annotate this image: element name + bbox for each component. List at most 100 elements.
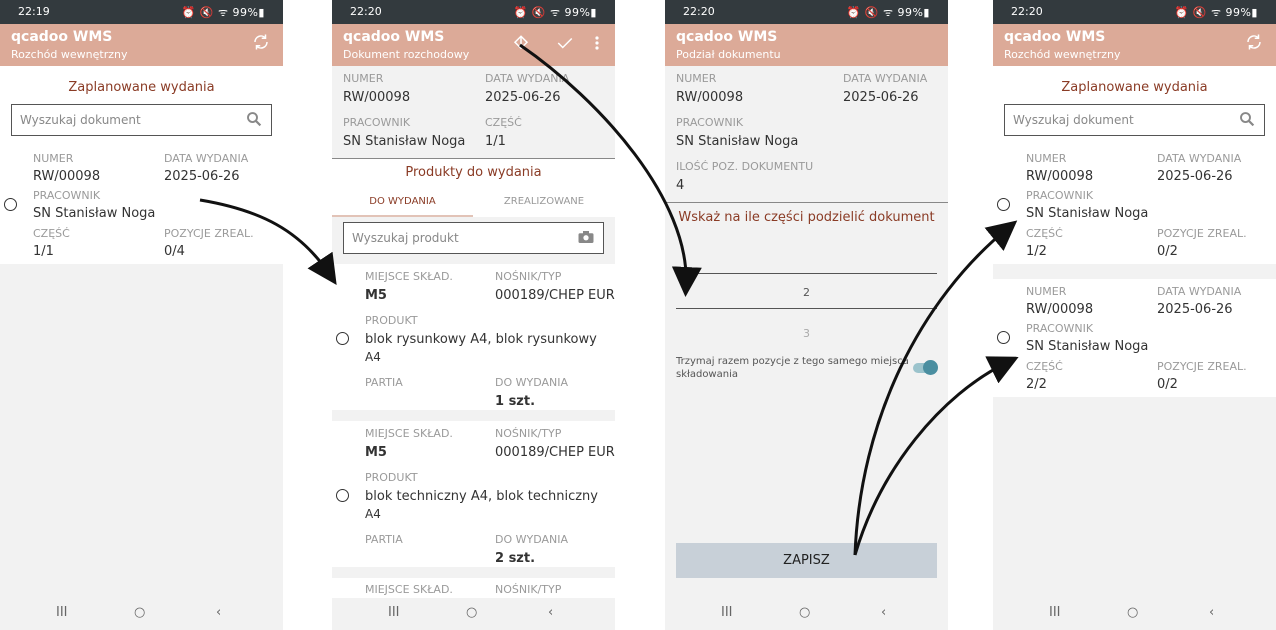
- data-value: 2025-06-26: [485, 90, 561, 105]
- numer-label: NUMER: [33, 152, 74, 165]
- section-title: Produkty do wydania: [405, 165, 542, 180]
- list-item[interactable]: NUMER RW/00098 DATA WYDANIA 2025-06-26 P…: [0, 146, 283, 264]
- pozycje-value: 0/4: [164, 244, 185, 259]
- screen-planned-issues-split: 22:20 ⏰ 🔇 ᯤ 99%▮ qcadoo WMS Rozchód wewn…: [993, 0, 1276, 630]
- select-radio[interactable]: [997, 331, 1010, 344]
- section-title: Zaplanowane wydania: [68, 80, 215, 95]
- pracownik-label: PRACOWNIK: [33, 189, 101, 202]
- screen-subtitle: Rozchód wewnętrzny: [1004, 48, 1121, 61]
- numer-label: NUMER: [1026, 152, 1067, 165]
- czesc-value: 1/1: [485, 134, 506, 149]
- select-radio[interactable]: [336, 489, 349, 502]
- numer-value: RW/00098: [676, 90, 744, 105]
- divider: [665, 202, 948, 203]
- app-bar: qcadoo WMS Dokument rozchodowy: [332, 24, 615, 66]
- more-menu-icon[interactable]: [594, 34, 600, 57]
- czesc-value: 1/2: [1026, 244, 1047, 259]
- pracownik-value: SN Stanisław Noga: [33, 206, 156, 221]
- data-label: DATA WYDANIA: [164, 152, 249, 165]
- save-button[interactable]: ZAPISZ: [676, 543, 937, 578]
- select-radio[interactable]: [4, 198, 17, 211]
- search-icon[interactable]: [245, 110, 263, 132]
- home-button[interactable]: ○: [799, 605, 810, 620]
- home-button[interactable]: ○: [466, 605, 477, 620]
- recent-apps-button[interactable]: III: [56, 605, 68, 620]
- screen-issue-document: 22:20 ⏰ 🔇 ᯤ 99%▮ qcadoo WMS Dokument roz…: [332, 0, 615, 630]
- data-label: DATA WYDANIA: [1157, 285, 1242, 298]
- nosnik-label: NOŚNIK/TYP: [495, 270, 562, 283]
- search-input[interactable]: Wyszukaj dokument: [1004, 104, 1265, 136]
- app-title: qcadoo WMS: [343, 29, 445, 45]
- active-tab-indicator: [332, 215, 473, 217]
- search-input[interactable]: Wyszukaj dokument: [11, 104, 272, 136]
- product-list-item[interactable]: MIEJSCE SKŁAD. M5 NOŚNIK/TYP 000189/CHEP…: [332, 264, 615, 410]
- recent-apps-button[interactable]: III: [721, 605, 733, 620]
- produkt-value-line2: A4: [365, 507, 381, 521]
- czesc-label: CZĘŚĆ: [33, 227, 70, 240]
- status-bar: 22:20 ⏰ 🔇 ᯤ 99%▮: [665, 0, 948, 24]
- czesc-label: CZĘŚĆ: [485, 116, 522, 129]
- pracownik-value: SN Stanisław Noga: [343, 134, 466, 149]
- search-placeholder: Wyszukaj produkt: [352, 231, 459, 245]
- numer-label: NUMER: [676, 72, 717, 85]
- pozycje-label: POZYCJE ZREAL.: [1157, 360, 1247, 373]
- miejsce-label: MIEJSCE SKŁAD.: [365, 270, 453, 283]
- camera-icon[interactable]: [577, 228, 595, 250]
- do-wydania-value: 1 szt.: [495, 394, 536, 409]
- app-title: qcadoo WMS: [1004, 29, 1106, 45]
- picker-line-bottom: [676, 308, 937, 309]
- picker-option[interactable]: 3: [665, 327, 948, 340]
- confirm-check-icon[interactable]: [556, 34, 574, 57]
- nosnik-label: NOŚNIK/TYP: [495, 427, 562, 440]
- pracownik-label: PRACOWNIK: [1026, 322, 1094, 335]
- do-wydania-label: DO WYDANIA: [495, 533, 569, 546]
- ilosc-label: ILOŚĆ POZ. DOKUMENTU: [676, 160, 814, 173]
- czesc-value: 2/2: [1026, 377, 1047, 392]
- data-value: 2025-06-26: [843, 90, 919, 105]
- search-icon[interactable]: [1238, 110, 1256, 132]
- toggle-knob: [923, 360, 938, 375]
- pracownik-value: SN Stanisław Noga: [1026, 339, 1149, 354]
- status-bar: 22:20 ⏰ 🔇 ᯤ 99%▮: [332, 0, 615, 24]
- refresh-icon[interactable]: [252, 33, 270, 56]
- status-icons: ⏰ 🔇 ᯤ 99%▮: [181, 6, 265, 19]
- select-radio[interactable]: [336, 332, 349, 345]
- partia-label: PARTIA: [365, 376, 403, 389]
- list-item[interactable]: NUMER RW/00098 DATA WYDANIA 2025-06-26 P…: [993, 279, 1276, 397]
- pracownik-value: SN Stanisław Noga: [676, 134, 799, 149]
- produkt-label: PRODUKT: [365, 314, 418, 327]
- refresh-icon[interactable]: [1245, 33, 1263, 56]
- list-item[interactable]: NUMER RW/00098 DATA WYDANIA 2025-06-26 P…: [993, 146, 1276, 264]
- back-button[interactable]: ‹: [1209, 605, 1214, 620]
- home-button[interactable]: ○: [1127, 605, 1138, 620]
- data-value: 2025-06-26: [164, 169, 240, 184]
- back-button[interactable]: ‹: [881, 605, 886, 620]
- home-button[interactable]: ○: [134, 605, 145, 620]
- tab-zrealizowane[interactable]: ZREALIZOWANE: [473, 196, 615, 207]
- czesc-label: CZĘŚĆ: [1026, 360, 1063, 373]
- keep-together-toggle[interactable]: [913, 360, 938, 375]
- split-document-icon[interactable]: [512, 34, 530, 57]
- picker-option-selected[interactable]: 2: [665, 286, 948, 299]
- pracownik-value: SN Stanisław Noga: [1026, 206, 1149, 221]
- pozycje-value: 0/2: [1157, 244, 1178, 259]
- data-value: 2025-06-26: [1157, 302, 1233, 317]
- produkt-value-line2: A4: [365, 350, 381, 364]
- nosnik-value: 000189/CHEP EUR: [495, 288, 615, 303]
- section-title: Zaplanowane wydania: [1061, 80, 1208, 95]
- system-nav-bar: III ○ ‹: [665, 598, 948, 630]
- recent-apps-button[interactable]: III: [1049, 605, 1061, 620]
- status-time: 22:20: [1011, 5, 1043, 18]
- select-radio[interactable]: [997, 198, 1010, 211]
- product-list-item[interactable]: MIEJSCE SKŁAD. M5 NOŚNIK/TYP 000189/CHEP…: [332, 421, 615, 567]
- do-wydania-value: 2 szt.: [495, 551, 536, 566]
- back-button[interactable]: ‹: [216, 605, 221, 620]
- tab-strip: DO WYDANIA ZREALIZOWANE: [332, 185, 615, 217]
- partia-label: PARTIA: [365, 533, 403, 546]
- numer-value: RW/00098: [1026, 302, 1094, 317]
- search-input[interactable]: Wyszukaj produkt: [343, 222, 604, 254]
- back-button[interactable]: ‹: [548, 605, 553, 620]
- numer-value: RW/00098: [343, 90, 411, 105]
- tab-do-wydania[interactable]: DO WYDANIA: [332, 196, 473, 207]
- recent-apps-button[interactable]: III: [388, 605, 400, 620]
